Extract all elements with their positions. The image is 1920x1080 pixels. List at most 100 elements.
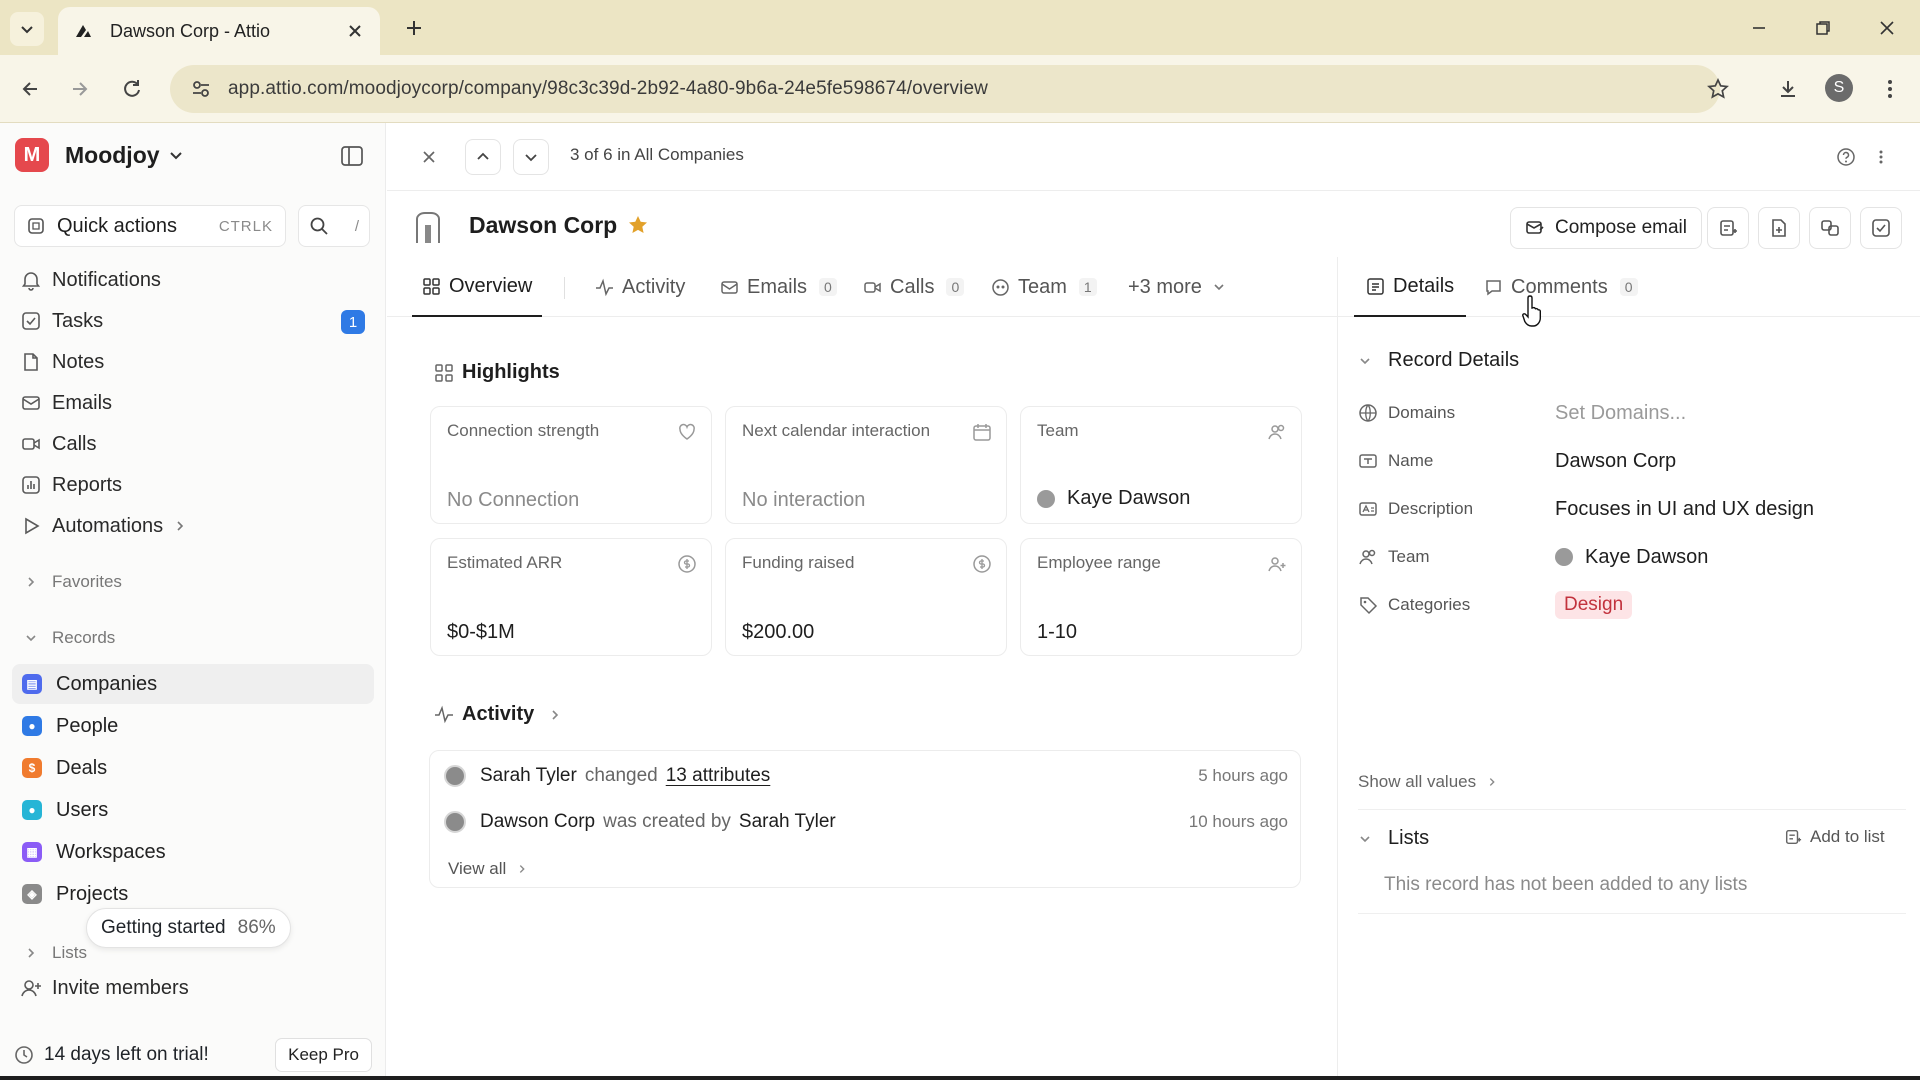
activity-header[interactable]: Activity: [434, 703, 562, 726]
reload-button[interactable]: [118, 75, 146, 103]
record-details-header[interactable]: Record Details: [1358, 349, 1519, 372]
add-to-list-button[interactable]: Add to list: [1784, 827, 1885, 847]
add-task-button[interactable]: [1860, 207, 1902, 249]
highlight-card-connection-strength[interactable]: Connection strength No Connection: [430, 406, 712, 524]
tab-count: 0: [946, 278, 965, 296]
tab-comments[interactable]: Comments 0: [1484, 257, 1638, 317]
tab-team[interactable]: Team 1: [991, 257, 1097, 317]
help-button[interactable]: [1828, 139, 1864, 175]
attribute-value[interactable]: Dawson Corp: [1555, 450, 1676, 473]
sidebar-item-deals[interactable]: $ Deals: [12, 748, 374, 788]
tab-details[interactable]: Details: [1354, 257, 1467, 317]
back-button[interactable]: [16, 75, 44, 103]
view-all-activity-link[interactable]: View all: [448, 859, 528, 879]
lists-section-header[interactable]: Lists: [24, 943, 87, 963]
team-member[interactable]: Kaye Dawson: [1037, 487, 1190, 510]
sidebar-item-notifications[interactable]: Notifications: [20, 263, 161, 297]
search-button[interactable]: /: [298, 205, 370, 247]
users-icon: ●: [22, 800, 42, 820]
domains-input[interactable]: Set Domains...: [1555, 402, 1686, 425]
sidebar-item-workspaces[interactable]: ▦ Workspaces: [12, 832, 374, 872]
records-section-header[interactable]: Records: [24, 628, 115, 648]
tab-calls[interactable]: Calls 0: [863, 257, 965, 317]
next-record-button[interactable]: [513, 139, 549, 175]
lists-header[interactable]: Lists: [1358, 827, 1429, 850]
sidebar-item-tasks[interactable]: Tasks: [20, 304, 103, 338]
browser-tab[interactable]: Dawson Corp - Attio: [58, 7, 380, 55]
sidebar-item-people[interactable]: ● People: [12, 706, 374, 746]
tab-more[interactable]: +3 more: [1128, 257, 1226, 317]
site-settings-icon[interactable]: [190, 78, 212, 100]
add-note-button[interactable]: [1758, 207, 1800, 249]
profile-avatar[interactable]: S: [1825, 74, 1853, 102]
note-add-icon: [1772, 219, 1786, 237]
activity-item[interactable]: Sarah Tyler changed 13 attributes 5 hour…: [444, 765, 1288, 787]
sidebar-item-companies[interactable]: ▤ Companies: [12, 664, 374, 704]
show-all-values-link[interactable]: Show all values: [1358, 772, 1498, 792]
address-bar[interactable]: app.attio.com/moodjoycorp/company/98c3c3…: [170, 65, 1720, 113]
attribute-categories[interactable]: Categories Design: [1358, 590, 1908, 620]
activity-verb: was created by: [603, 811, 731, 832]
minimize-button[interactable]: [1744, 14, 1774, 42]
sidebar-toggle-icon[interactable]: [340, 145, 364, 167]
workspace-switcher[interactable]: M Moodjoy: [15, 138, 184, 172]
record-tabs: Overview Activity Emails 0 Calls 0 Team …: [387, 257, 1337, 317]
attribute-description[interactable]: Description Focuses in UI and UX design: [1358, 494, 1908, 524]
sidebar-item-emails[interactable]: Emails: [20, 386, 112, 420]
attribute-value[interactable]: Design: [1555, 591, 1633, 619]
highlight-card-team[interactable]: Team Kaye Dawson: [1020, 406, 1302, 524]
keep-pro-button[interactable]: Keep Pro: [275, 1038, 372, 1072]
add-to-list-header-button[interactable]: [1707, 207, 1749, 249]
compose-email-button[interactable]: Compose email: [1510, 207, 1702, 249]
attribute-name[interactable]: Name Dawson Corp: [1358, 446, 1908, 476]
tab-activity[interactable]: Activity: [595, 257, 685, 317]
getting-started-pill[interactable]: Getting started 86%: [86, 908, 291, 948]
invite-members-button[interactable]: Invite members: [20, 971, 189, 1005]
note-icon: [24, 353, 38, 371]
new-tab-button[interactable]: [400, 14, 428, 42]
attribute-value[interactable]: Kaye Dawson: [1555, 546, 1708, 569]
getting-started-percent: 86%: [237, 917, 276, 938]
details-panel: Details Comments 0 Record Details Domain…: [1337, 257, 1920, 1080]
chevron-down-icon: [21, 26, 33, 34]
sidebar-item-automations[interactable]: Automations: [20, 509, 187, 543]
sidebar-item-calls[interactable]: Calls: [20, 427, 96, 461]
favorite-star-icon[interactable]: [627, 214, 649, 236]
tab-overview[interactable]: Overview: [412, 257, 543, 317]
highlight-card-funding-raised[interactable]: Funding raised $200.00: [725, 538, 1007, 656]
highlight-card-employee-range[interactable]: Employee range 1-10: [1020, 538, 1302, 656]
highlight-card-estimated-arr[interactable]: Estimated ARR $0-$1M: [430, 538, 712, 656]
tab-emails[interactable]: Emails 0: [720, 257, 837, 317]
browser-menu-button[interactable]: [1876, 75, 1904, 103]
mouse-pointer-icon: [1522, 295, 1541, 327]
close-window-button[interactable]: [1872, 14, 1902, 42]
sidebar-item-notes[interactable]: Notes: [20, 345, 104, 379]
restore-button[interactable]: [1808, 14, 1838, 42]
attribute-team[interactable]: Team Kaye Dawson: [1358, 542, 1908, 572]
globe-icon: [1359, 404, 1377, 422]
close-icon: [423, 151, 435, 163]
favorites-section-header[interactable]: Favorites: [24, 572, 122, 592]
sidebar-item-users[interactable]: ● Users: [12, 790, 374, 830]
attribute-domains[interactable]: Domains Set Domains...: [1358, 398, 1908, 428]
sidebar-item-reports[interactable]: Reports: [20, 468, 122, 502]
highlight-card-next-calendar-interaction[interactable]: Next calendar interaction No interaction: [725, 406, 1007, 524]
card-label: Team: [1037, 421, 1079, 440]
forward-button[interactable]: [66, 75, 94, 103]
close-tab-icon[interactable]: [344, 20, 366, 42]
attribute-value[interactable]: Focuses in UI and UX design: [1555, 498, 1814, 521]
close-record-button[interactable]: [411, 139, 447, 175]
attribute-key: Description: [1388, 499, 1474, 518]
screen-bottom-edge: [0, 1076, 1920, 1080]
previous-record-button[interactable]: [465, 139, 501, 175]
activity-object-link[interactable]: 13 attributes: [666, 765, 771, 787]
quick-actions-button[interactable]: Quick actions CTRLK: [14, 205, 286, 247]
downloads-button[interactable]: [1774, 75, 1802, 103]
record-menu-button[interactable]: [1863, 139, 1899, 175]
card-label: Estimated ARR: [447, 553, 563, 572]
merge-button[interactable]: [1809, 207, 1851, 249]
activity-item[interactable]: Dawson Corp was created by Sarah Tyler 1…: [444, 811, 1288, 833]
tab-search-button[interactable]: [10, 12, 44, 46]
record-navigation-bar: 3 of 6 in All Companies: [387, 123, 1920, 191]
bookmark-button[interactable]: [1704, 75, 1732, 103]
